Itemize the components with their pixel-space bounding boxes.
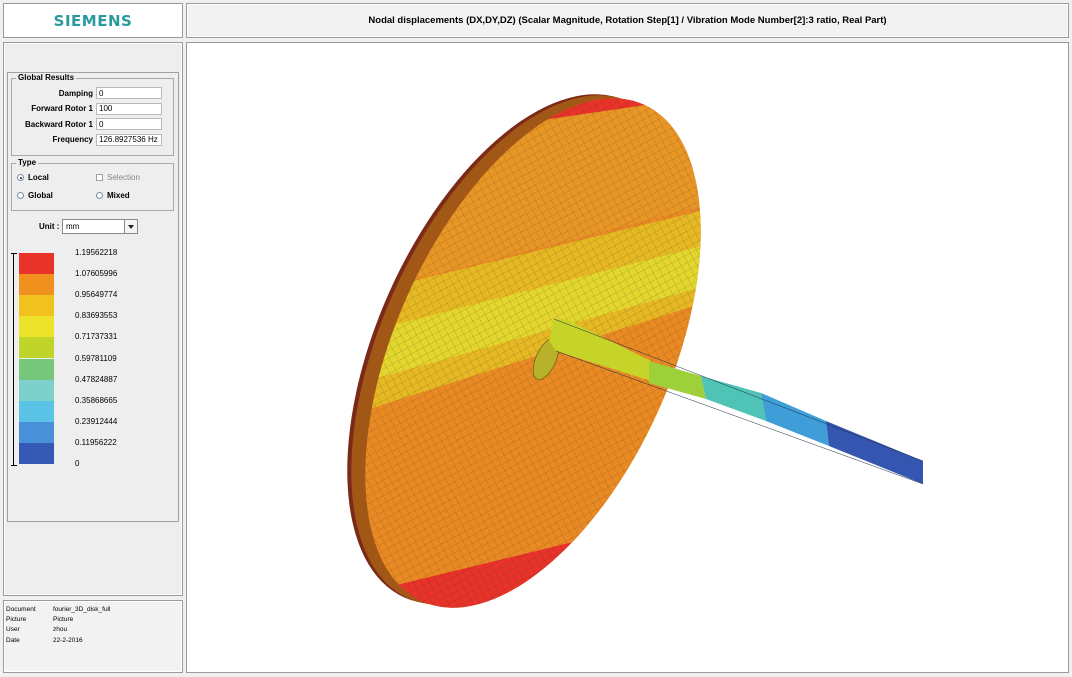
legend-value: 0.23912444 <box>75 416 118 426</box>
legend-value: 0.59781109 <box>75 353 117 363</box>
frequency-field[interactable] <box>96 133 162 146</box>
backward-rotor-label: Backward Rotor 1 <box>24 119 93 129</box>
legend-axis-line <box>13 253 14 466</box>
frequency-label: Frequency <box>52 135 93 144</box>
backward-rotor-row: Backward Rotor 1 <box>12 117 162 131</box>
checkbox-icon <box>96 174 103 181</box>
type-selection-option: Selection <box>96 173 140 182</box>
legend-value: 0.95649774 <box>75 290 118 300</box>
3d-viewport[interactable] <box>186 42 1069 673</box>
title-bar: Nodal displacements (DX,DY,DZ) (Scalar M… <box>186 3 1069 38</box>
legend-swatch <box>19 295 54 317</box>
meta-value: fourier_3D_disk_full <box>53 605 111 613</box>
meta-row: Picture Picture <box>6 614 110 624</box>
type-global-label: Global <box>28 191 53 200</box>
type-local-option[interactable]: Local <box>17 173 49 182</box>
legend-value: 0.83693553 <box>75 311 118 321</box>
radio-icon[interactable] <box>96 192 103 199</box>
legend-value: 0.35868665 <box>75 395 118 405</box>
meta-value: zhou <box>53 626 68 634</box>
type-selection-label: Selection <box>107 173 140 182</box>
legend-swatch <box>19 358 54 380</box>
meta-row: Document fourier_3D_disk_full <box>6 604 110 614</box>
legend-value: 0.71737331 <box>75 332 118 342</box>
global-results-group: Global Results Damping Forward Rotor 1 B… <box>11 73 174 156</box>
legend-value: 0.11956222 <box>75 437 117 447</box>
unit-value: mm <box>66 222 80 231</box>
legend-value: 0 <box>75 459 80 468</box>
logo-panel: SIEMENS <box>3 3 183 38</box>
meta-value: 22-2-2016 <box>53 636 83 644</box>
type-group: Type Local Selection Global Mixed <box>11 158 174 211</box>
type-mixed-label: Mixed <box>107 191 130 200</box>
meta-row: User zhou <box>6 625 110 635</box>
legend-tick <box>11 465 17 466</box>
type-global-option[interactable]: Global <box>17 191 53 200</box>
legend-color-bar: 1.19562218 1.07605996 0.95649774 0.83693… <box>19 248 117 468</box>
meta-key: User <box>6 626 20 634</box>
meta-row: Date 22-2-2016 <box>6 635 110 645</box>
legend-swatch <box>19 337 54 359</box>
radio-icon[interactable] <box>17 192 24 199</box>
legend-swatch <box>19 316 54 338</box>
forward-rotor-label: Forward Rotor 1 <box>31 104 93 113</box>
meta-value: Picture <box>53 615 74 623</box>
result-title: Nodal displacements (DX,DY,DZ) (Scalar M… <box>368 15 887 26</box>
radio-selected-icon[interactable] <box>17 174 24 181</box>
meta-key: Document <box>6 605 36 613</box>
legend-swatch <box>19 379 54 401</box>
backward-rotor-field[interactable] <box>96 118 162 130</box>
damping-row: Damping <box>12 86 162 100</box>
legend-swatch <box>19 253 54 275</box>
legend-value: 1.19562218 <box>75 248 118 257</box>
damping-label: Damping <box>58 88 93 98</box>
legend-value: 1.07605996 <box>75 269 118 279</box>
forward-rotor-field[interactable] <box>96 102 162 115</box>
legend-tick <box>11 253 17 254</box>
unit-label: Unit : <box>39 222 60 231</box>
legend-scale-bar <box>11 253 17 466</box>
type-local-label: Local <box>28 173 49 182</box>
meta-key: Picture <box>6 615 27 623</box>
chevron-down-icon[interactable] <box>124 220 137 233</box>
meta-key: Date <box>6 636 20 644</box>
type-title: Type <box>16 158 39 167</box>
fem-model-render[interactable] <box>187 43 1068 672</box>
legend-swatch <box>19 274 54 296</box>
damping-field[interactable] <box>96 87 162 99</box>
legend-swatch <box>19 421 54 443</box>
document-info-table: Document fourier_3D_disk_full Picture Pi… <box>6 604 110 645</box>
legend-swatch <box>19 400 54 422</box>
type-mixed-option[interactable]: Mixed <box>96 191 130 200</box>
frequency-row: Frequency <box>12 133 162 147</box>
unit-select[interactable]: mm <box>62 219 138 234</box>
siemens-logo: SIEMENS <box>53 11 133 30</box>
global-results-title: Global Results <box>16 73 77 82</box>
legend-value: 0.47824887 <box>75 374 118 384</box>
forward-rotor-row: Forward Rotor 1 <box>12 102 162 116</box>
legend-swatch <box>19 442 54 464</box>
